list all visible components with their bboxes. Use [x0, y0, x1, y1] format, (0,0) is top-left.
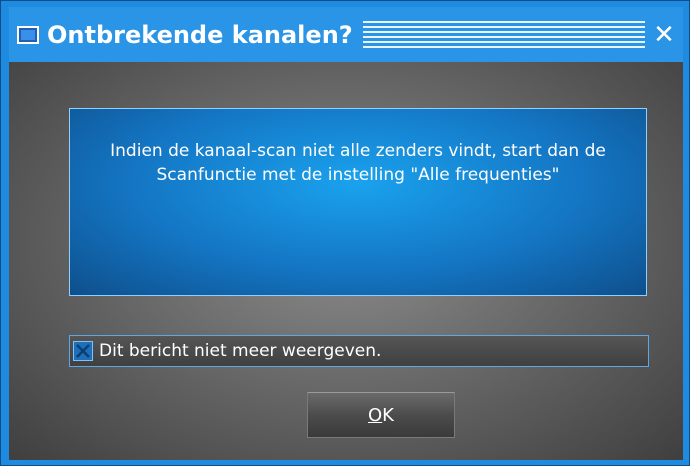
window-icon [17, 25, 39, 44]
ok-mnemonic: O [368, 404, 383, 426]
dont-show-again-label: Dit bericht niet meer weergeven. [99, 341, 382, 361]
close-icon[interactable]: ✕ [651, 21, 677, 49]
check-icon [76, 344, 90, 358]
dialog-window: Ontbrekende kanalen? ✕ Indien de kanaal-… [0, 0, 690, 466]
ok-button[interactable]: OK [307, 392, 455, 438]
dont-show-again-option[interactable]: Dit bericht niet meer weergeven. [69, 335, 649, 367]
dont-show-again-checkbox[interactable] [73, 341, 93, 361]
ok-label-rest: K [382, 404, 394, 426]
dialog-body: Indien de kanaal-scan niet alle zenders … [9, 62, 683, 460]
dialog-title: Ontbrekende kanalen? [47, 20, 353, 49]
title-bar[interactable]: Ontbrekende kanalen? ✕ [9, 7, 683, 62]
message-panel: Indien de kanaal-scan niet alle zenders … [69, 108, 647, 296]
title-bar-grip [362, 20, 645, 49]
message-text: Indien de kanaal-scan niet alle zenders … [110, 141, 606, 185]
